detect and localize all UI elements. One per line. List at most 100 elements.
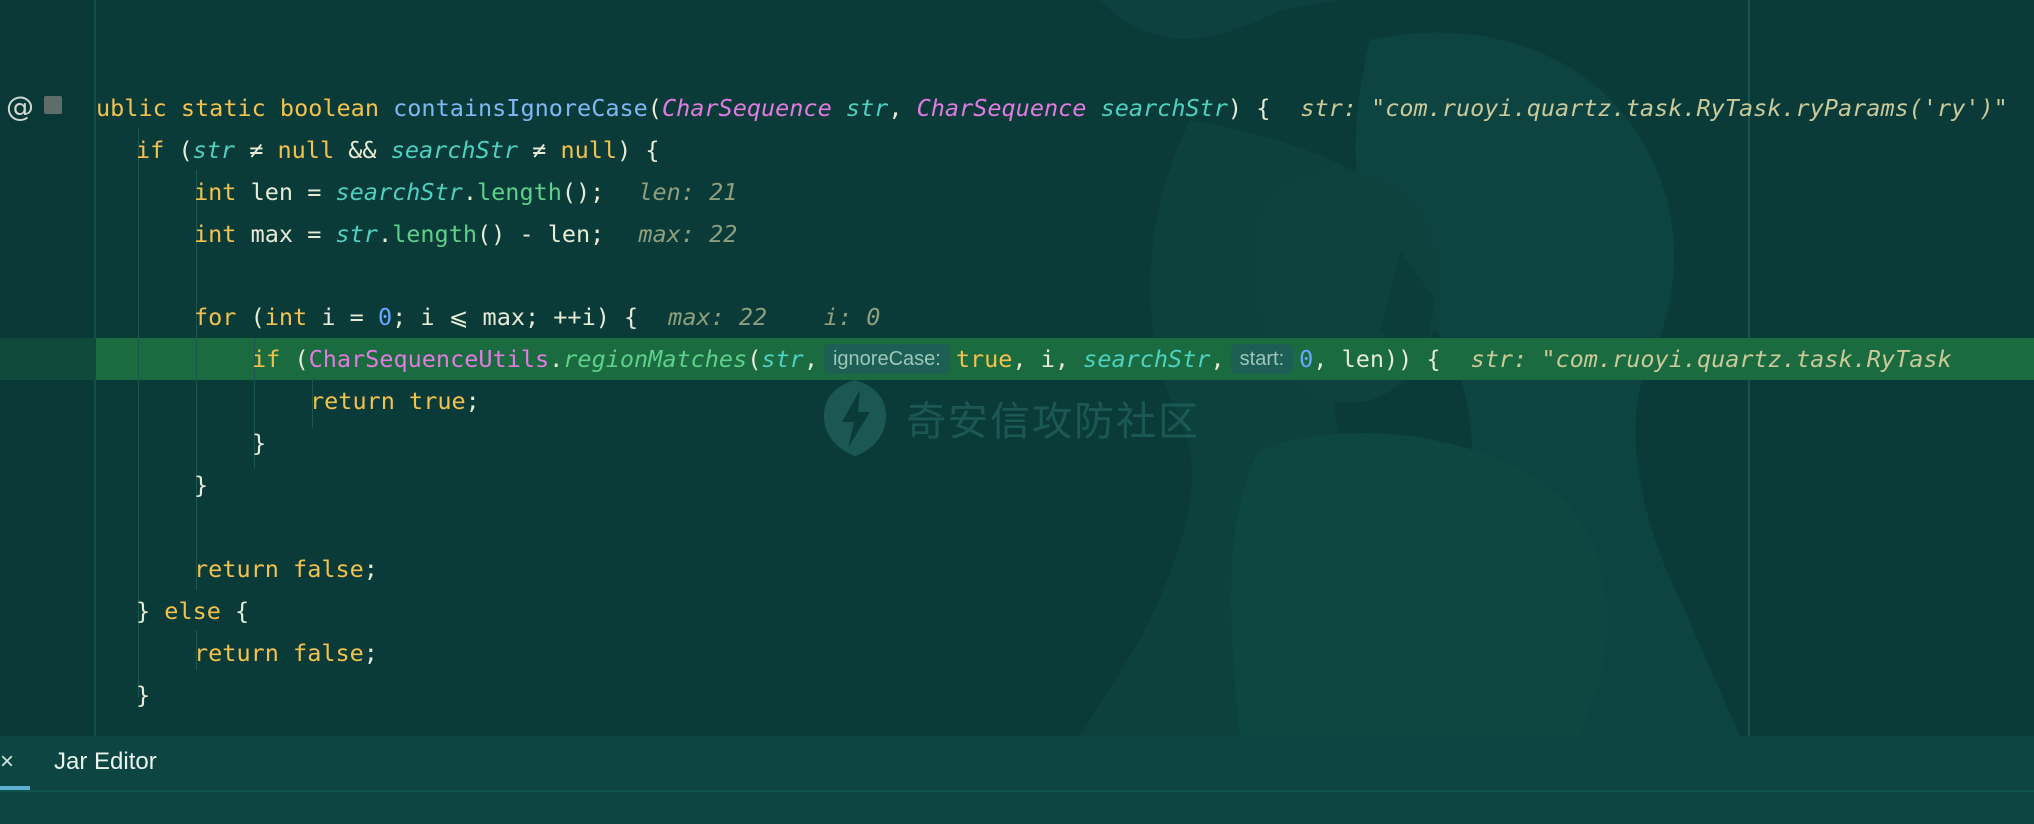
parameter-name: searchStr	[1083, 345, 1211, 373]
local-variable: str	[335, 220, 378, 248]
parameter-name-inlay-hint: start:	[1230, 344, 1294, 374]
code-line-12[interactable]: } else {	[136, 591, 249, 631]
code-line-11[interactable]: return false;	[194, 549, 378, 589]
code-token: ; i ⩽ max; ++i) {	[392, 303, 639, 331]
parameter-name-inlay-hint: ignoreCase:	[823, 344, 950, 374]
code-token: ;	[363, 555, 378, 583]
code-token: (	[280, 345, 309, 373]
code-line-13[interactable]: return false;	[194, 633, 378, 673]
debug-value-hint: len: 21	[638, 178, 738, 206]
keyword: true	[955, 345, 1013, 373]
code-token: ) {	[1227, 94, 1271, 122]
method-call: length	[392, 220, 477, 248]
method-name: containsIgnoreCase	[393, 94, 648, 122]
code-token: max =	[236, 220, 336, 248]
keyword: int	[264, 303, 308, 331]
keyword: int	[194, 220, 237, 248]
code-token: (	[236, 303, 265, 331]
code-line-4[interactable]: int max = str.length() - len; max: 22	[194, 214, 737, 254]
class-name: CharSequenceUtils	[308, 345, 550, 373]
keyword: else	[164, 597, 221, 625]
code-token: len =	[236, 178, 336, 206]
keyword: if	[136, 136, 165, 164]
parameter-name: str	[192, 136, 236, 164]
keyword: null	[277, 136, 335, 164]
code-line-6[interactable]: if (CharSequenceUtils.regionMatches(str,…	[252, 339, 1952, 379]
code-token: }	[252, 429, 267, 457]
code-token: ();	[561, 178, 605, 206]
debug-value-hint: str: "com.ruoyi.quartz.task.RyTask.ryPar…	[1300, 94, 2008, 122]
keyword: for	[194, 303, 237, 331]
code-line-7[interactable]: return true;	[310, 381, 480, 421]
code-token: () - len;	[477, 220, 605, 248]
code-token: &&	[334, 136, 391, 164]
code-line-2[interactable]: if (str ≠ null && searchStr ≠ null) {	[136, 130, 660, 170]
override-annotation-icon[interactable]: @	[6, 90, 34, 123]
code-token: .	[549, 345, 564, 373]
code-editor[interactable]: @ 奇安信攻防社区 ublic static boolean containsI…	[0, 0, 2034, 736]
debug-value-hint: str: "com.ruoyi.quartz.task.RyTask	[1470, 345, 1952, 373]
code-token: , i,	[1012, 345, 1084, 373]
keyword: false	[293, 639, 364, 667]
keyword: null	[560, 136, 618, 164]
bookmark-icon[interactable]	[44, 96, 62, 114]
number-literal: 0	[1299, 345, 1314, 373]
keyword: return	[194, 555, 279, 583]
code-token: ,	[803, 345, 818, 373]
code-line-3[interactable]: int len = searchStr.length(); len: 21	[194, 172, 737, 212]
type-name: CharSequence	[916, 94, 1087, 122]
watermark-text: 奇安信攻防社区	[906, 399, 1200, 445]
tab-close-icon[interactable]: ×	[0, 748, 14, 776]
code-line-5[interactable]: for (int i = 0; i ⩽ max; ++i) { max: 22 i…	[194, 297, 880, 337]
parameter-name: str	[845, 94, 889, 122]
keyword: if	[252, 345, 281, 373]
code-line-1[interactable]: ublic static boolean containsIgnoreCase(…	[96, 88, 2008, 128]
code-token: (	[647, 94, 662, 122]
keyword: int	[194, 178, 237, 206]
tab-jar-editor[interactable]: Jar Editor	[54, 748, 157, 776]
code-line-9[interactable]: }	[194, 465, 208, 505]
bottom-divider	[0, 790, 2034, 792]
code-token: , len)) {	[1313, 345, 1441, 373]
keyword: return	[310, 387, 395, 415]
code-token: ≠	[235, 136, 278, 164]
code-token: }	[136, 597, 165, 625]
code-token: (	[747, 345, 762, 373]
keyword: true	[409, 387, 466, 415]
method-call: length	[477, 178, 562, 206]
code-token: ,	[888, 94, 917, 122]
static-method-call: regionMatches	[563, 345, 748, 373]
code-token: .	[377, 220, 393, 248]
execution-line-gutter-highlight	[0, 338, 96, 380]
parameter-name: searchStr	[1100, 94, 1228, 122]
code-line-14[interactable]: }	[136, 675, 150, 715]
code-token: (	[164, 136, 193, 164]
parameter-name: searchStr	[390, 136, 519, 164]
bottom-tool-window-bar	[0, 736, 2034, 824]
code-token: {	[220, 597, 250, 625]
code-token: i =	[307, 303, 378, 331]
local-variable: searchStr	[335, 178, 463, 206]
debug-value-hint: max: 22	[638, 220, 738, 248]
code-token: }	[136, 681, 151, 709]
parameter-name: str	[761, 345, 804, 373]
debug-value-hint: max: 22 i: 0	[668, 303, 881, 331]
code-token: .	[462, 178, 477, 206]
keyword: return	[194, 639, 279, 667]
lightning-shield-icon	[824, 380, 886, 456]
keyword: false	[293, 555, 364, 583]
number-literal: 0	[377, 303, 393, 331]
code-token: ) {	[617, 136, 660, 164]
code-token: ≠	[518, 136, 561, 164]
type-name: CharSequence	[661, 94, 832, 122]
code-line-8[interactable]: }	[252, 423, 266, 463]
code-token: ,	[1210, 345, 1225, 373]
code-token: }	[194, 471, 209, 499]
watermark: 奇安信攻防社区	[820, 378, 1200, 458]
code-token: ;	[363, 639, 378, 667]
